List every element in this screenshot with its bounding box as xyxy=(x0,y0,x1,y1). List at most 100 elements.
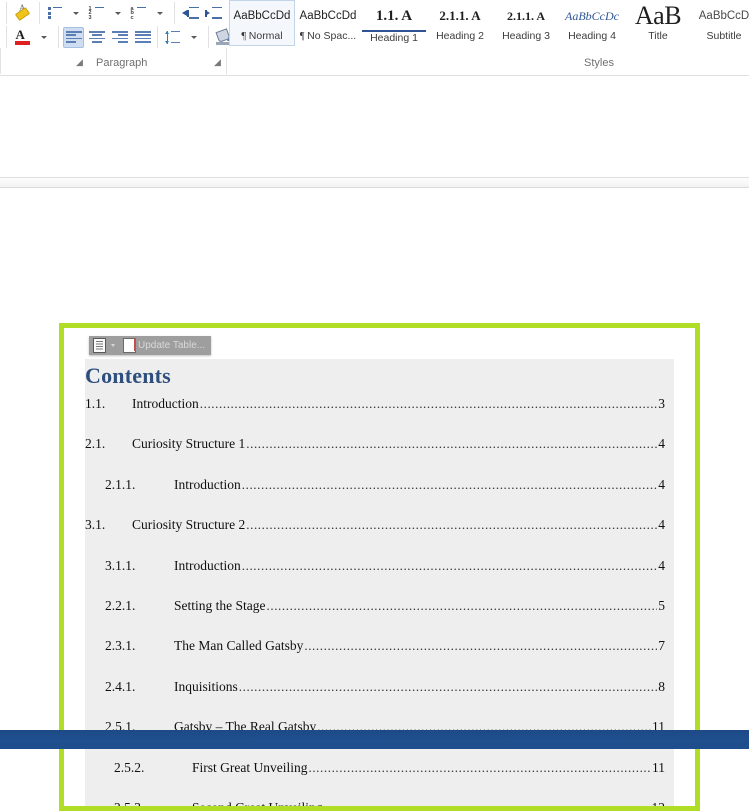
chevron-down-icon[interactable] xyxy=(111,344,115,347)
style-no-spac[interactable]: AaBbCcDd ¶ No Spac... xyxy=(295,0,361,46)
style-name: Title xyxy=(648,30,667,42)
toc-leader-dots: ........................................… xyxy=(246,518,657,532)
toc-entry[interactable]: 3.1.1. Introduction......................… xyxy=(85,558,674,598)
multilevel-list-icon[interactable]: abc xyxy=(128,3,149,24)
paragraph-dialog-launcher[interactable]: ◢ xyxy=(214,58,222,67)
divider xyxy=(6,2,7,24)
toc-entry-title[interactable]: Curiosity Structure 2 xyxy=(132,517,245,533)
toc-entry-title[interactable]: Curiosity Structure 1 xyxy=(132,436,245,452)
toc-entry-number: 3.1. xyxy=(85,517,106,533)
align-left-glyph xyxy=(65,31,82,43)
toc-entry[interactable]: 3.1. Curiosity Structure 2...............… xyxy=(85,517,674,557)
align-right-icon[interactable] xyxy=(109,27,130,48)
multilevel-list-dropdown[interactable] xyxy=(149,3,170,24)
numbering-dropdown[interactable] xyxy=(107,3,128,24)
toc-entry-title[interactable]: Introduction xyxy=(174,558,241,574)
style-heading-4[interactable]: AaBbCcDc Heading 4 xyxy=(559,0,625,46)
numbering-glyph: 123 xyxy=(89,6,105,20)
pilcrow-icon: ¶ xyxy=(241,31,249,42)
divider xyxy=(6,26,7,48)
bullets-dropdown[interactable] xyxy=(65,3,86,24)
style-heading-3[interactable]: 2.1.1. A Heading 3 xyxy=(493,0,559,46)
toc-entry-page: 11 xyxy=(652,759,665,775)
toc-entry-title[interactable]: Setting the Stage xyxy=(174,598,266,614)
toc-entry[interactable]: 2.3.1. The Man Called Gatsby.............… xyxy=(85,638,674,678)
decrease-indent-glyph xyxy=(182,6,199,20)
style-name: Subtitle xyxy=(706,30,741,42)
style-preview: 2.1.1. A xyxy=(506,8,545,23)
line-spacing-icon[interactable] xyxy=(162,27,183,48)
divider xyxy=(208,26,209,48)
toc-entry-page: 12 xyxy=(652,800,675,806)
toc-entry-number: 2.2.1. xyxy=(105,597,136,613)
bullets-glyph xyxy=(47,6,63,20)
style-label: Heading 4 xyxy=(568,30,616,42)
font-color-dropdown[interactable] xyxy=(33,27,54,48)
style-heading-1[interactable]: 1.1. A Heading 1 xyxy=(361,0,427,46)
toc-entry-number: 2.1. xyxy=(85,436,106,452)
align-center-icon[interactable] xyxy=(86,27,107,48)
style-name: ¶ Normal xyxy=(241,30,282,42)
justify-icon[interactable] xyxy=(132,27,153,48)
document-page-icon[interactable] xyxy=(123,338,136,353)
text-highlight-color-icon[interactable]: A xyxy=(11,3,35,24)
increase-indent-icon[interactable] xyxy=(202,3,225,24)
document-canvas: Update Table... Contents 1.1. Introductio… xyxy=(0,76,749,811)
toc-leader-dots: ........................................… xyxy=(308,760,651,774)
toc-entry-title[interactable]: Introduction xyxy=(132,396,199,412)
toc-entry[interactable]: 2.1.1. Introduction......................… xyxy=(85,477,674,517)
styles-gallery[interactable]: AaBbCcDd ¶ Normal AaBbCcDd ¶ No Spac... 1.1.… xyxy=(229,0,749,46)
toc-entry-title[interactable]: Second Great Unveiling xyxy=(192,800,322,806)
toc-entry[interactable]: 1.1. Introduction........................… xyxy=(85,396,674,436)
bullets-icon[interactable] xyxy=(44,3,65,24)
toc-floating-toolbar[interactable]: Update Table... xyxy=(89,336,212,355)
toc-entry[interactable]: 2.5.3.Second Great Unveiling............… xyxy=(85,800,674,806)
styles-group-label: Styles xyxy=(584,57,614,69)
style-subtitle[interactable]: AaBbCcD Subtitle xyxy=(691,0,749,46)
style-name: Heading 1 xyxy=(370,32,418,44)
group-divider-styles xyxy=(226,48,227,74)
toc-entry-title[interactable]: The Man Called Gatsby xyxy=(174,638,303,654)
style-title[interactable]: AaB Title xyxy=(625,0,691,46)
font-color-glyph: A xyxy=(14,28,30,45)
highlighter-glyph: A xyxy=(14,3,31,21)
toc-entry-page: 7 xyxy=(658,638,665,654)
toc-entry-number: 2.5.3. xyxy=(85,800,192,806)
toc-entry[interactable]: 2.2.1. Setting the Stage.................… xyxy=(85,598,674,638)
toc-entry-page: 4 xyxy=(658,436,665,452)
align-left-icon[interactable] xyxy=(63,26,84,48)
line-spacing-dropdown[interactable] xyxy=(183,27,204,48)
toc-entry[interactable]: 2.4.1. Inquisitions......................… xyxy=(85,679,674,719)
font-color-icon[interactable]: A xyxy=(11,27,33,48)
toc-entry[interactable]: 2.1. Curiosity Structure 1...............… xyxy=(85,436,674,476)
table-of-contents-icon[interactable] xyxy=(92,338,107,353)
divider xyxy=(39,2,40,24)
update-table-button[interactable]: Update Table... xyxy=(138,340,205,351)
style-preview: AaBbCcDc xyxy=(565,8,619,23)
style-label: Normal xyxy=(248,30,283,42)
paragraph-dialog-launcher-left[interactable]: ◢ xyxy=(76,58,84,67)
decrease-indent-icon[interactable] xyxy=(179,3,202,24)
justify-glyph xyxy=(134,31,151,43)
divider xyxy=(157,26,158,48)
toc-entry-title[interactable]: Introduction xyxy=(174,477,241,493)
divider xyxy=(58,26,59,48)
taskbar[interactable] xyxy=(0,730,749,749)
toc-entry-title[interactable]: First Great Unveiling xyxy=(192,760,307,776)
style-normal[interactable]: AaBbCcDd ¶ Normal xyxy=(229,0,295,46)
style-preview: 1.1. A xyxy=(362,2,426,32)
numbering-icon[interactable]: 123 xyxy=(86,3,107,24)
toc-entry-number: 2.5.2. xyxy=(114,759,145,775)
toc-entry-title[interactable]: Inquisitions xyxy=(174,679,238,695)
style-name: Heading 3 xyxy=(502,30,550,42)
toc-entry-page: 4 xyxy=(658,557,665,573)
ribbon: A 123 abc AZ ¶ xyxy=(0,0,749,76)
toc-entry-page: 5 xyxy=(658,597,665,613)
style-name: Heading 4 xyxy=(568,30,616,42)
toc-entry-page: 8 xyxy=(658,678,665,694)
toc-leader-dots: ........................................… xyxy=(266,598,658,612)
paragraph-group-label: Paragraph xyxy=(96,57,148,69)
toc-entry-number: 1.1. xyxy=(85,396,106,411)
style-heading-2[interactable]: 2.1.1. A Heading 2 xyxy=(427,0,493,46)
toc-entry[interactable]: 2.5.2. First Great Unveiling.............… xyxy=(85,760,674,800)
